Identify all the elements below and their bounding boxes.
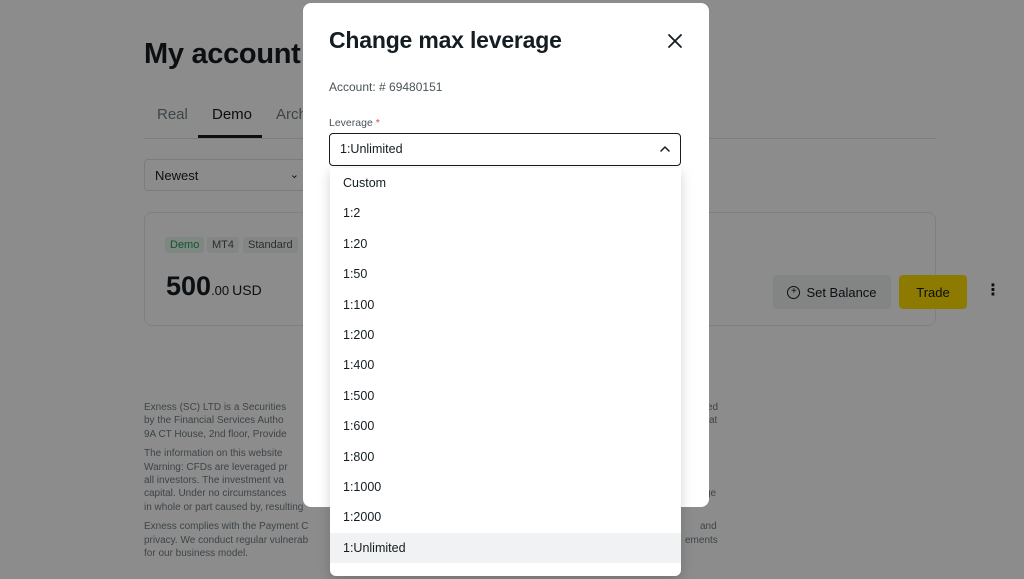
leverage-label: Leverage *	[329, 117, 380, 129]
required-mark: *	[375, 117, 380, 129]
leverage-option-custom[interactable]: Custom	[330, 168, 681, 198]
close-icon[interactable]	[666, 32, 684, 50]
leverage-option-1-100[interactable]: 1:100	[330, 290, 681, 320]
leverage-select-value: 1:Unlimited	[340, 142, 403, 156]
dialog-title: Change max leverage	[329, 27, 562, 53]
leverage-option-1-20[interactable]: 1:20	[330, 229, 681, 259]
leverage-select[interactable]: 1:Unlimited	[329, 133, 681, 166]
leverage-option-1-2000[interactable]: 1:2000	[330, 502, 681, 532]
leverage-option-1-50[interactable]: 1:50	[330, 259, 681, 289]
chevron-up-icon	[660, 146, 670, 152]
account-number: Account: # 69480151	[329, 80, 443, 94]
leverage-option-1-800[interactable]: 1:800	[330, 442, 681, 472]
leverage-option-1-600[interactable]: 1:600	[330, 411, 681, 441]
leverage-dropdown-list: Custom 1:2 1:20 1:50 1:100 1:200 1:400 1…	[330, 168, 681, 576]
leverage-option-1-200[interactable]: 1:200	[330, 320, 681, 350]
leverage-option-1-400[interactable]: 1:400	[330, 350, 681, 380]
leverage-option-1-1000[interactable]: 1:1000	[330, 472, 681, 502]
leverage-option-1-500[interactable]: 1:500	[330, 381, 681, 411]
leverage-option-1-2[interactable]: 1:2	[330, 198, 681, 228]
leverage-option-unlimited[interactable]: 1:Unlimited	[330, 532, 681, 564]
